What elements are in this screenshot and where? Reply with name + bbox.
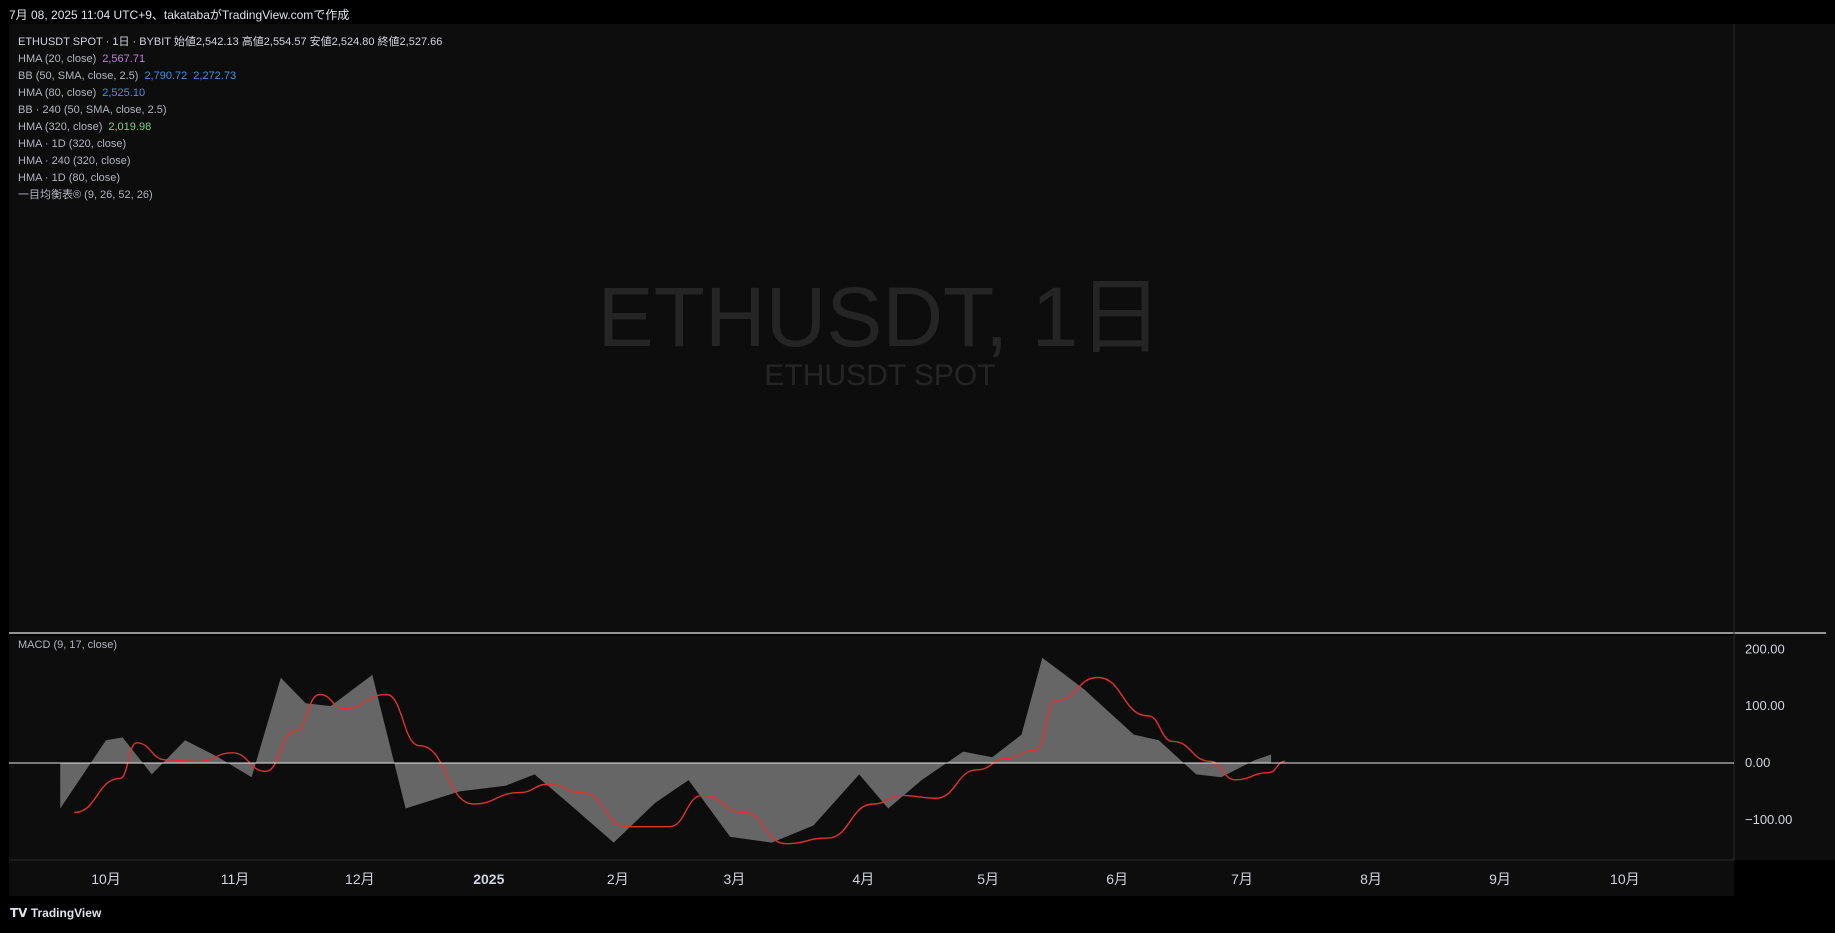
low-value: 2,524.80 [331,36,375,48]
legend-row-label: BB (50, SMA, close, 2.5) [18,70,139,82]
legend-row[interactable]: BB (50, SMA, close, 2.5) 2,790.72 2,272.73 [18,68,442,85]
legend-row[interactable]: HMA · 1D (320, close) [18,136,442,153]
indicator-legend: ETHUSDT SPOT · 1日 · BYBIT 始値2,542.13 高値2… [18,34,442,204]
snapshot-caption: 7月 08, 2025 11:04 UTC+9、takatabaがTrading… [9,8,350,22]
time-tick-label: 9月 [1489,871,1511,887]
time-tick-label: 10月 [1610,871,1640,887]
legend-row-value: 2,019.98 [108,121,152,133]
time-tick-label: 10月 [91,871,121,887]
time-tick-label: 4月 [852,871,874,887]
legend-row-label: HMA (80, close) [18,87,97,99]
legend-row-value: 2,525.10 [102,87,146,99]
time-tick-label: 12月 [345,871,375,887]
open-label: 始値 [173,36,196,48]
legend-header[interactable]: ETHUSDT SPOT · 1日 · BYBIT 始値2,542.13 高値2… [18,34,442,51]
time-tick-label: 6月 [1106,871,1128,887]
time-tick-label: 8月 [1360,871,1382,887]
legend-row-label: HMA · 1D (80, close) [18,172,121,184]
legend-row[interactable]: HMA · 1D (80, close) [18,170,442,187]
macd-tick-label: 0.00 [1745,755,1770,770]
legend-row-label: HMA (20, close) [18,53,97,65]
time-tick-label: 11月 [221,871,250,887]
macd-tick-label: −100.00 [1745,812,1792,827]
time-tick-label: 3月 [723,871,745,887]
legend-row[interactable]: 一目均衡表® (9, 26, 52, 26) [18,187,442,204]
tradingview-logo-icon: 𝗧𝗩 [10,906,31,920]
legend-row-value: 2,272.73 [193,70,237,82]
high-value: 2,554.57 [263,36,307,48]
legend-row-label: BB · 240 (50, SMA, close, 2.5) [18,104,167,116]
symbol-label: ETHUSDT SPOT · 1日 · BYBIT [18,36,171,48]
watermark-symbol: ETHUSDT, 1日 [598,270,1163,364]
time-tick-label: 7月 [1231,871,1253,887]
legend-row[interactable]: HMA (80, close) 2,525.10 [18,85,442,102]
time-tick-label: 2025 [473,871,504,887]
tradingview-logo[interactable]: 𝗧𝗩 TradingView [10,906,101,920]
legend-row[interactable]: HMA (320, close) 2,019.98 [18,119,442,136]
legend-rows: HMA (20, close) 2,567.71 BB (50, SMA, clos… [18,51,442,204]
open-value: 2,542.13 [195,36,239,48]
legend-row-value: 2,790.72 [144,70,188,82]
price-axis-background [1734,24,1835,860]
time-tick-label: 2月 [607,871,629,887]
close-value: 2,527.66 [399,36,443,48]
legend-row[interactable]: HMA · 240 (320, close) [18,153,442,170]
legend-row[interactable]: HMA (20, close) 2,567.71 [18,51,442,68]
macd-legend[interactable]: MACD (9, 17, close) [18,639,117,651]
legend-row-label: HMA (320, close) [18,121,103,133]
watermark-subtitle: ETHUSDT SPOT [764,359,995,392]
legend-row[interactable]: BB · 240 (50, SMA, close, 2.5) [18,102,442,119]
macd-tick-label: 200.00 [1745,641,1785,656]
high-label: 高値 [241,36,264,48]
legend-row-label: HMA · 1D (320, close) [18,138,127,150]
macd-tick-label: 100.00 [1745,698,1785,713]
legend-row-label: 一目均衡表® (9, 26, 52, 26) [18,189,153,201]
legend-row-label: HMA · 240 (320, close) [18,155,131,167]
tradingview-logo-text: TradingView [30,906,102,920]
legend-row-value: 2,567.71 [102,53,146,65]
low-label: 安値 [309,36,332,48]
time-tick-label: 5月 [977,871,999,887]
close-label: 終値 [377,36,400,48]
